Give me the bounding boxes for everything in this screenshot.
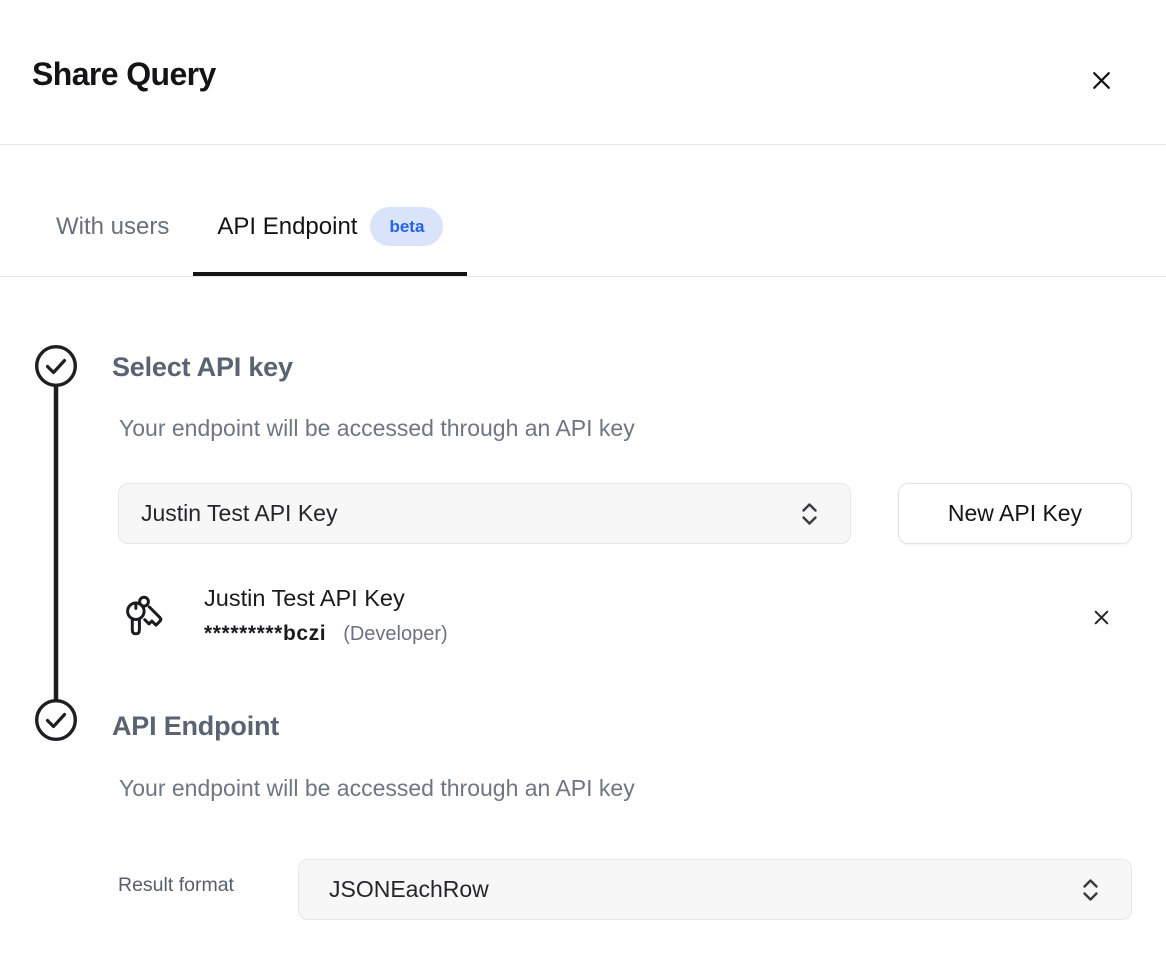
tab-bar: With users API Endpoint beta xyxy=(0,145,1166,277)
beta-badge: beta xyxy=(370,207,443,246)
selected-key-role: (Developer) xyxy=(343,623,447,646)
tab-with-users[interactable]: With users xyxy=(32,145,193,276)
step2-description: Your endpoint will be accessed through a… xyxy=(119,775,635,802)
chevron-up-down-icon xyxy=(799,500,820,527)
tab-with-users-label: With users xyxy=(56,213,169,241)
keys-icon xyxy=(121,593,167,641)
new-api-key-button[interactable]: New API Key xyxy=(898,483,1132,544)
remove-key-button[interactable] xyxy=(1083,599,1119,635)
selected-key-details: *********bczi (Developer) xyxy=(204,622,448,646)
tab-api-endpoint[interactable]: API Endpoint beta xyxy=(193,145,467,276)
result-format-select-value: JSONEachRow xyxy=(329,876,489,903)
step2-title: API Endpoint xyxy=(112,711,279,742)
result-format-label: Result format xyxy=(118,874,234,897)
check-circle-icon xyxy=(37,347,76,386)
step1-title: Select API key xyxy=(112,352,293,383)
api-key-select[interactable]: Justin Test API Key xyxy=(118,483,851,544)
check-circle-icon xyxy=(37,701,76,740)
close-dialog-button[interactable] xyxy=(1078,57,1124,103)
chevron-up-down-icon xyxy=(1080,876,1101,903)
dialog-title: Share Query xyxy=(32,56,216,93)
close-icon xyxy=(1089,68,1114,93)
x-icon xyxy=(1092,608,1111,627)
tab-api-endpoint-label: API Endpoint xyxy=(217,213,357,241)
selected-key-masked-secret: *********bczi xyxy=(204,622,326,646)
share-query-dialog: Share Query With users API Endpoint beta xyxy=(0,0,1166,954)
api-key-select-value: Justin Test API Key xyxy=(141,500,337,527)
selected-key-name: Justin Test API Key xyxy=(204,585,405,612)
result-format-select[interactable]: JSONEachRow xyxy=(298,859,1132,920)
stepper-rail xyxy=(33,344,79,744)
step1-description: Your endpoint will be accessed through a… xyxy=(119,415,635,442)
